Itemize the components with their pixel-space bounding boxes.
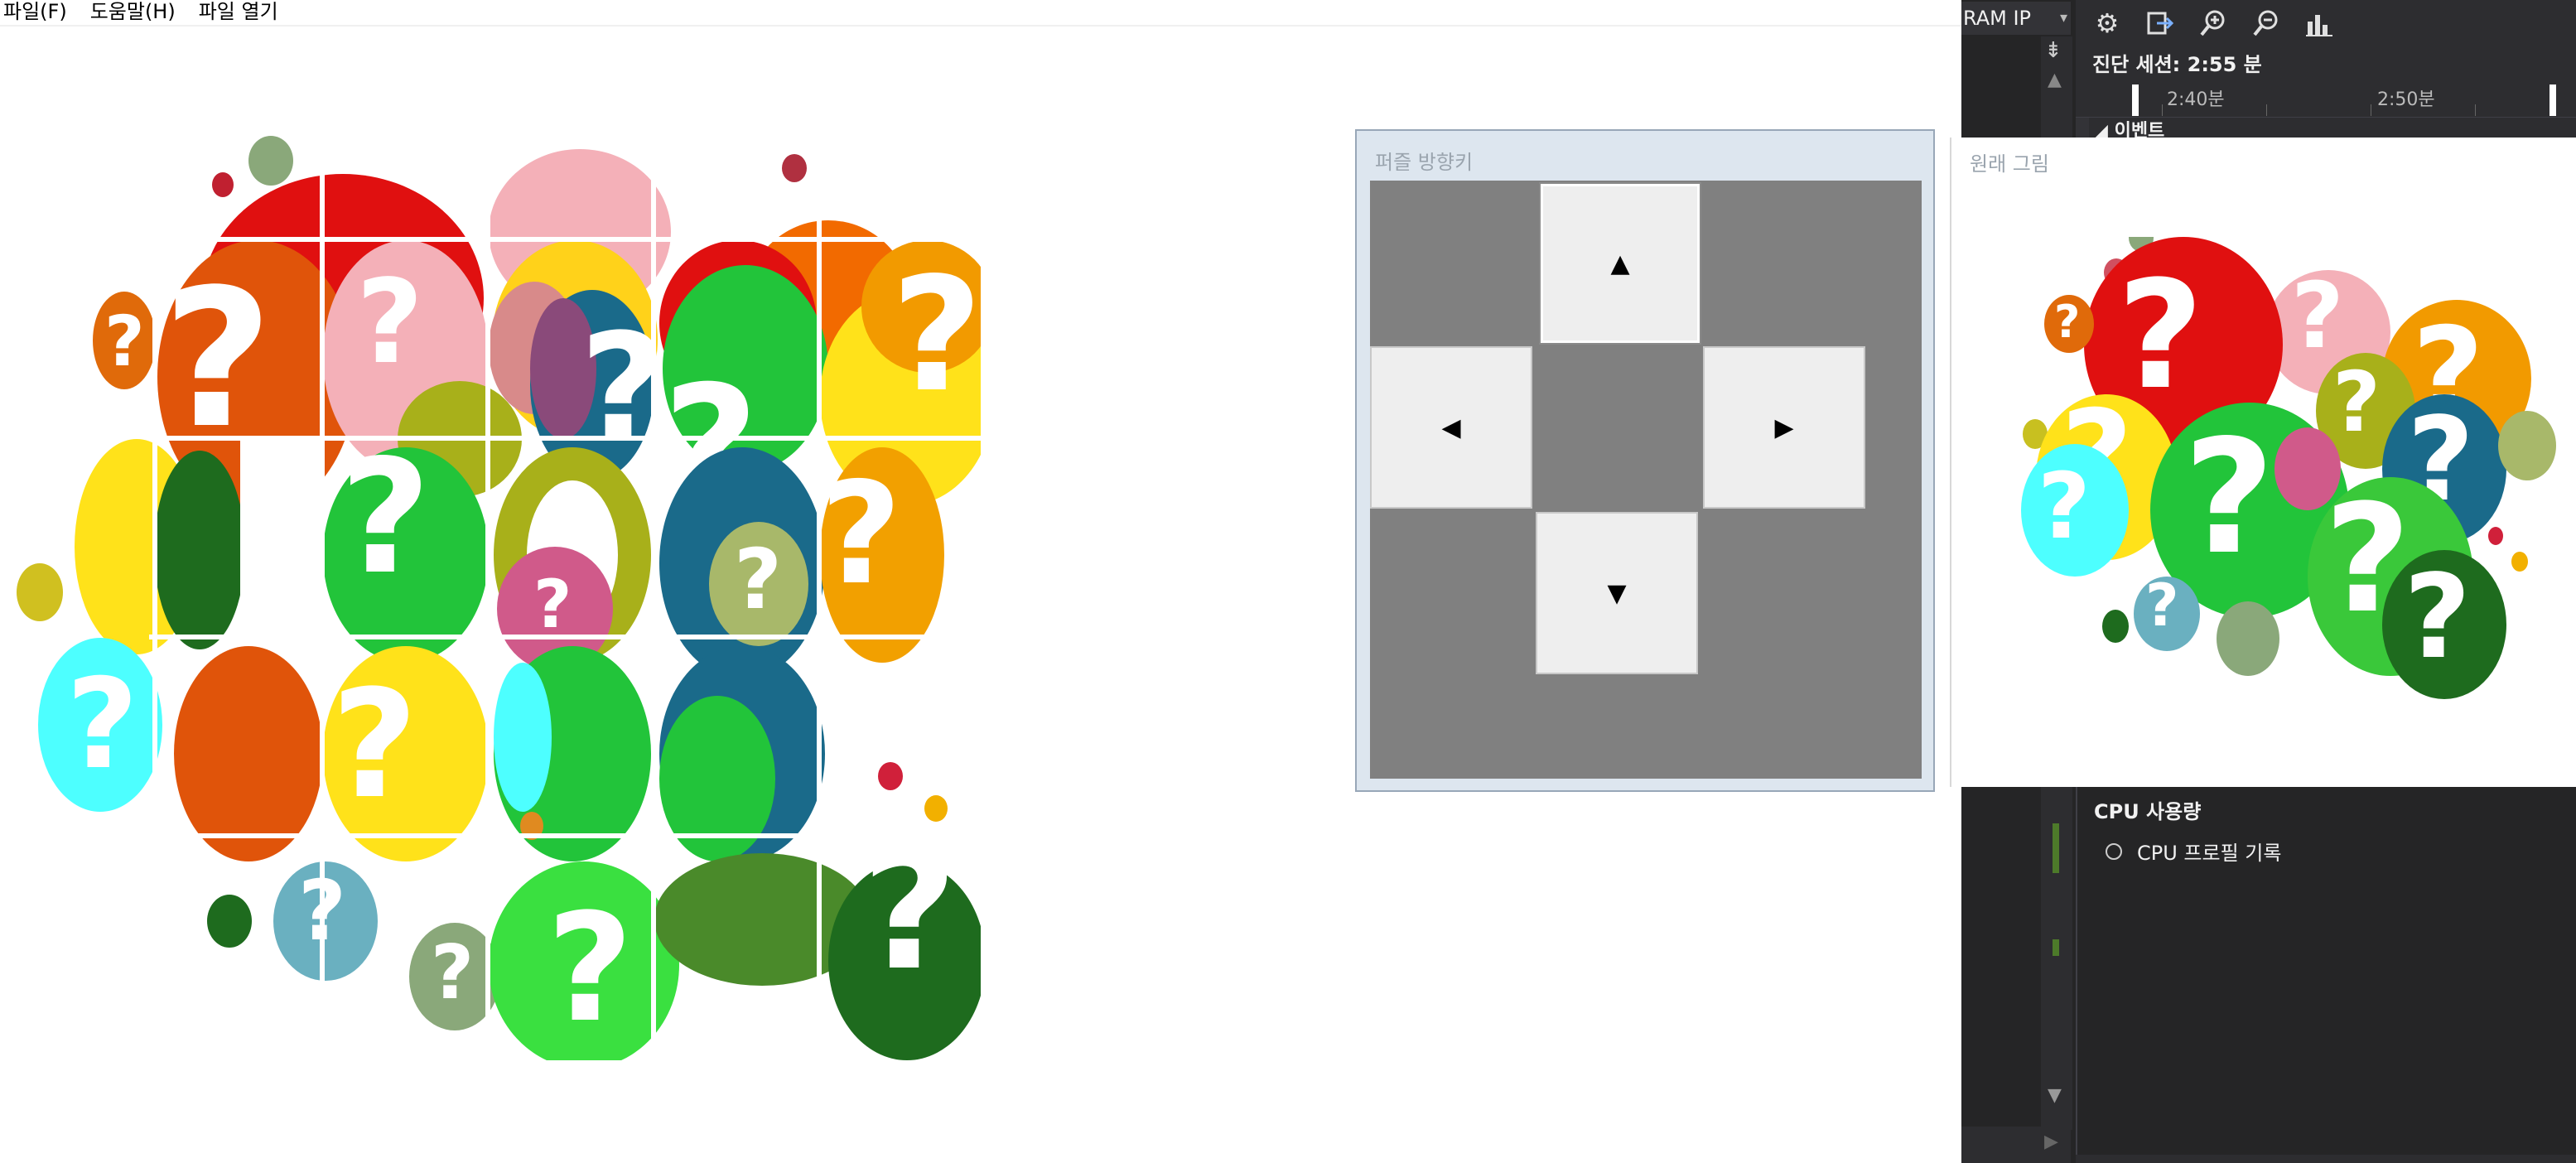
puzzle-bubble <box>154 451 245 649</box>
up-button[interactable]: ▲ <box>1539 182 1701 345</box>
puzzle-edge <box>981 33 994 1060</box>
puzzle-bubble <box>207 895 252 948</box>
tile-divider <box>651 149 656 1060</box>
gear-icon[interactable]: ⚙ <box>2089 5 2125 41</box>
right-arrow-icon: ▶ <box>1774 413 1794 442</box>
tile-divider <box>149 833 994 838</box>
question-mark: ? <box>861 814 958 1007</box>
scroll-marker <box>2053 939 2059 956</box>
process-combo[interactable]: RAM IP ▾ <box>1961 2 2071 35</box>
puzzle-bubble <box>212 172 234 197</box>
empty-tile <box>240 441 320 635</box>
picture-bubble <box>2488 527 2503 545</box>
menu-bar: 파일(F) 도움말(H) 파일 열기 <box>0 0 1961 27</box>
split-icon[interactable]: ⇟ <box>2044 38 2062 63</box>
tile-divider <box>320 149 325 1060</box>
question-mark: ? <box>331 659 418 832</box>
up-arrow-icon: ▲ <box>1610 249 1630 278</box>
question-mark: ? <box>2145 572 2179 639</box>
record-radio[interactable] <box>2106 842 2122 860</box>
original-window-title: 원래 그림 <box>1970 152 2049 176</box>
export-icon[interactable] <box>2142 5 2178 41</box>
ruler-tick <box>2162 104 2163 116</box>
tile-divider <box>485 149 490 1060</box>
timeline-start-handle[interactable] <box>2132 84 2139 116</box>
puzzle-bubble <box>782 154 807 182</box>
timeline-tick: 2:40분 <box>2167 89 2225 110</box>
menu-help[interactable]: 도움말(H) <box>79 0 187 26</box>
scroll-down-icon[interactable]: ▼ <box>2048 1085 2062 1106</box>
picture-bubble <box>2217 601 2279 676</box>
ide-hscroll[interactable]: ▶ <box>1961 1127 2071 1163</box>
cpu-usage-panel: CPU 사용량 CPU 프로필 기록 <box>2076 787 2576 1155</box>
question-mark: ? <box>340 426 432 609</box>
question-mark: ? <box>66 653 139 797</box>
cpu-profile-record[interactable]: CPU 프로필 기록 <box>2106 837 2281 866</box>
puzzle-bubble <box>17 563 63 621</box>
menu-file[interactable]: 파일(F) <box>0 0 79 26</box>
question-mark: ? <box>891 244 983 427</box>
scroll-marker <box>2053 823 2059 873</box>
scroll-right-icon[interactable]: ▶ <box>2044 1132 2058 1152</box>
question-mark: ? <box>2404 550 2472 685</box>
left-arrow-icon: ◀ <box>1441 413 1461 442</box>
puzzle-bubble <box>174 646 323 861</box>
down-arrow-icon: ▼ <box>1607 578 1627 608</box>
direction-pad: ▲ ◀ ▶ ▼ <box>1370 181 1922 779</box>
down-button[interactable]: ▼ <box>1536 512 1698 674</box>
chevron-down-icon: ▾ <box>2059 9 2067 27</box>
question-mark: ? <box>356 255 424 390</box>
picture-bubble <box>2511 552 2528 572</box>
timeline-ruler[interactable]: 2:40분 2:50분 <box>2076 80 2576 118</box>
zoom-in-icon[interactable] <box>2195 5 2231 41</box>
scroll-up-icon[interactable]: ▲ <box>2048 70 2062 90</box>
question-mark: ? <box>2054 296 2081 348</box>
question-mark: ? <box>431 929 475 1016</box>
left-button[interactable]: ◀ <box>1370 346 1532 509</box>
puzzle-bubble <box>248 136 293 186</box>
question-mark: ? <box>820 452 902 616</box>
timeline-end-handle[interactable] <box>2549 84 2556 116</box>
puzzle-board[interactable]: ? ? ? ? ? ? ? ? ? ? ? ? ? ? ? <box>0 33 994 1060</box>
chart-icon[interactable] <box>2301 5 2337 41</box>
tile-divider <box>817 149 822 1060</box>
process-combo-text: RAM IP <box>1963 7 2032 30</box>
cpu-usage-title: CPU 사용량 <box>2094 800 2202 823</box>
ruler-tick <box>2266 104 2267 116</box>
direction-window-title: 퍼즐 방향키 <box>1375 151 1474 174</box>
tile-divider <box>152 240 157 870</box>
question-mark: ? <box>2332 354 2381 451</box>
app-root: 파일(F) 도움말(H) 파일 열기 ? ? ? ? ? ? ? ? ? ? ?… <box>0 0 2576 1163</box>
direction-keys-window: 퍼즐 방향키 ▲ ◀ ▶ ▼ <box>1355 129 1935 792</box>
tile-divider <box>149 237 994 242</box>
diagnostic-toolbar: ⚙ <box>2076 0 2576 46</box>
picture-bubble <box>2498 411 2556 480</box>
question-mark: ? <box>162 249 273 471</box>
timeline-tick: 2:50분 <box>2377 89 2435 110</box>
cpu-profile-label: CPU 프로필 기록 <box>2137 842 2282 865</box>
right-button[interactable]: ▶ <box>1703 346 1865 509</box>
puzzle-bubble <box>878 762 903 790</box>
original-picture-window: 원래 그림 ? ? ? ? ? ? ? ? ? ? ? <box>1950 138 2576 787</box>
question-mark: ? <box>547 882 634 1055</box>
session-duration: 진단 세션: 2:55 분 <box>2092 53 2262 76</box>
menu-open-file[interactable]: 파일 열기 <box>187 0 290 26</box>
question-mark: ? <box>104 301 145 382</box>
ruler-tick <box>2475 104 2476 116</box>
question-mark: ? <box>533 566 572 643</box>
question-mark: ? <box>2038 453 2091 559</box>
zoom-out-icon[interactable] <box>2248 5 2284 41</box>
tile-divider <box>149 635 994 639</box>
picture-bubble <box>2102 610 2129 643</box>
original-picture: ? ? ? ? ? ? ? ? ? ? ? <box>1951 237 2576 784</box>
question-mark: ? <box>2183 406 2275 589</box>
question-mark: ? <box>2291 263 2344 369</box>
question-mark: ? <box>734 531 783 628</box>
puzzle-bubble <box>494 663 552 812</box>
